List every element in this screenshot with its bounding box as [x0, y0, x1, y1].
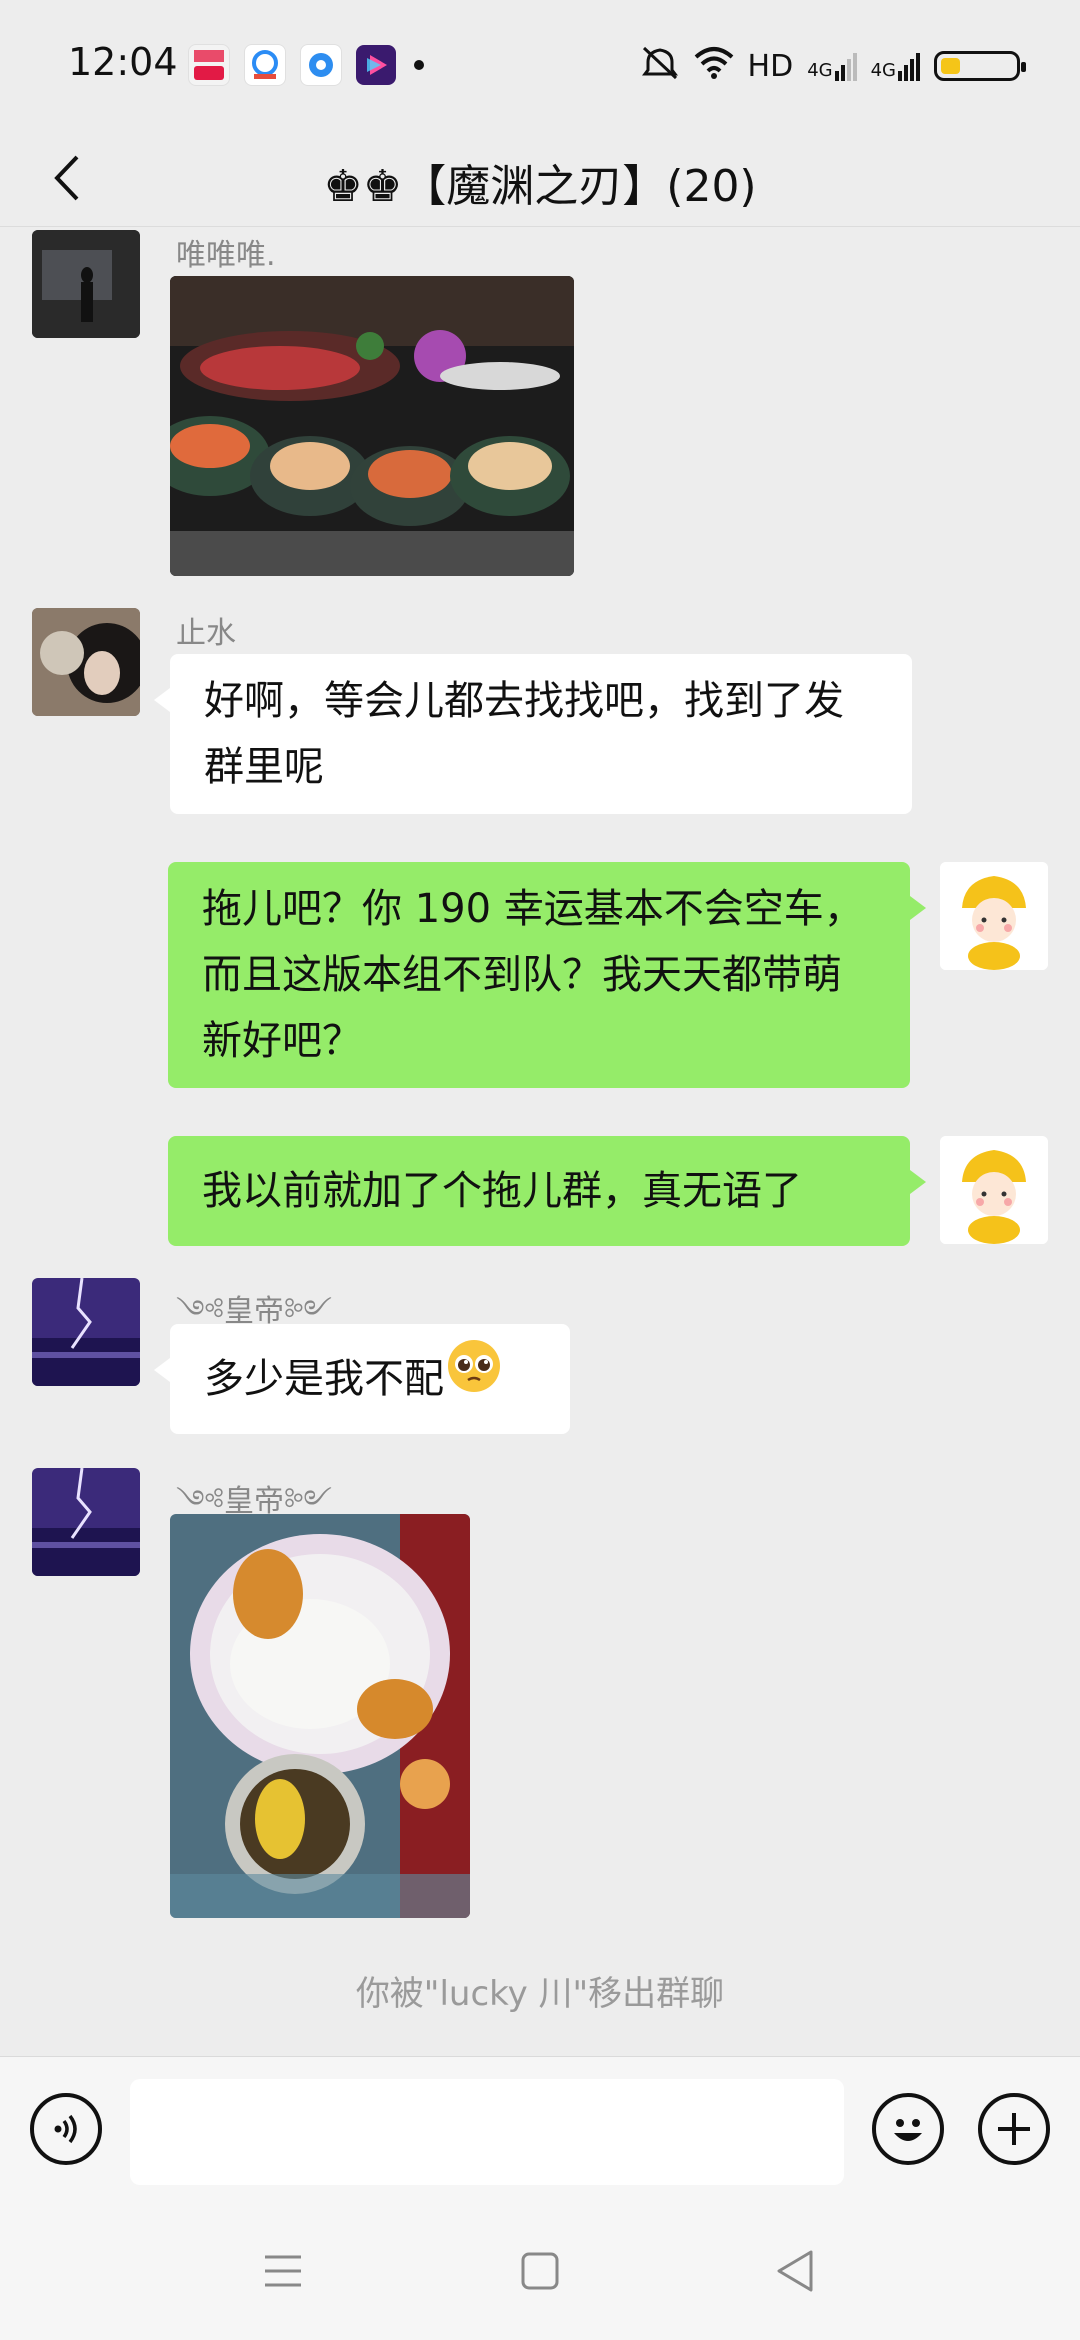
hd-label: HD — [747, 48, 794, 84]
message-bubble[interactable]: 好啊，等会儿都去找找吧，找到了发群里呢 — [154, 654, 912, 814]
voice-button[interactable] — [30, 2093, 102, 2165]
voice-icon — [54, 2114, 77, 2144]
signal-label-2: 4G — [870, 60, 896, 81]
battery-level — [941, 58, 960, 74]
notification-icons — [188, 44, 424, 86]
video-app-icon — [188, 44, 230, 86]
avatar[interactable] — [32, 1468, 140, 1576]
more-notifications-dot — [414, 60, 424, 70]
menu-icon — [265, 2255, 301, 2287]
system-note: 你被"lucky 川"移出群聊 — [355, 1974, 725, 2014]
message-input[interactable] — [130, 2079, 844, 2185]
battery-icon — [934, 51, 1026, 81]
home-nav-button[interactable] — [515, 2246, 565, 2296]
home-icon — [521, 2252, 559, 2290]
seafood-dinner-photo[interactable] — [170, 276, 574, 576]
circle-app-icon — [300, 44, 342, 86]
my-avatar[interactable] — [940, 1136, 1048, 1244]
status-bar: 12:04 HD 4G 4G — [0, 0, 1080, 130]
signal-icon-2: 4G — [871, 51, 920, 81]
status-time: 12:04 — [68, 40, 178, 84]
message-bubble[interactable]: 我以前就加了个拖儿群，真无语了 — [168, 1136, 926, 1246]
signal-label-1: 4G — [807, 60, 833, 81]
my-avatar[interactable] — [940, 862, 1048, 970]
message-bubble[interactable]: 多少是我不配 — [154, 1324, 570, 1436]
plus-icon — [998, 2113, 1030, 2145]
mute-icon — [640, 44, 680, 88]
system-nav-bar — [0, 2200, 1080, 2340]
avatar[interactable] — [32, 1278, 140, 1386]
status-indicators: HD 4G 4G — [640, 44, 1026, 88]
browser-app-icon — [244, 44, 286, 86]
player-app-icon — [356, 45, 396, 85]
wifi-icon — [694, 45, 734, 87]
avatar[interactable] — [32, 230, 140, 338]
back-triangle-icon — [777, 2250, 813, 2292]
message-text: 多少是我不配 — [204, 1356, 444, 1402]
message-list[interactable]: 唯唯唯. 止水 好啊，等会儿都去找找吧，找到了发群里呢 拖儿吧？你 190 幸运… — [0, 226, 1080, 2056]
sender-name: 止水 — [176, 616, 236, 651]
emoji-icon — [894, 2119, 922, 2141]
back-nav-button[interactable] — [770, 2246, 820, 2296]
sender-name: 唯唯唯. — [176, 238, 276, 273]
pleading-face-emoji — [446, 1326, 502, 1436]
message-bubble[interactable]: 拖儿吧？你 190 幸运基本不会空车，而且这版本组不到队？我天天都带萌新好吧？ — [168, 862, 926, 1088]
plus-button[interactable] — [978, 2093, 1050, 2165]
avatar[interactable] — [32, 608, 140, 716]
input-bar — [0, 2056, 1080, 2201]
menu-nav-button[interactable] — [258, 2246, 308, 2296]
chat-title[interactable]: ♚♚【魔渊之刃】(20) — [0, 150, 1080, 214]
chat-header: ♚♚【魔渊之刃】(20) — [0, 130, 1080, 227]
signal-icon-1: 4G — [807, 51, 857, 81]
rice-meal-photo[interactable] — [170, 1514, 470, 1918]
emoji-button[interactable] — [872, 2093, 944, 2165]
